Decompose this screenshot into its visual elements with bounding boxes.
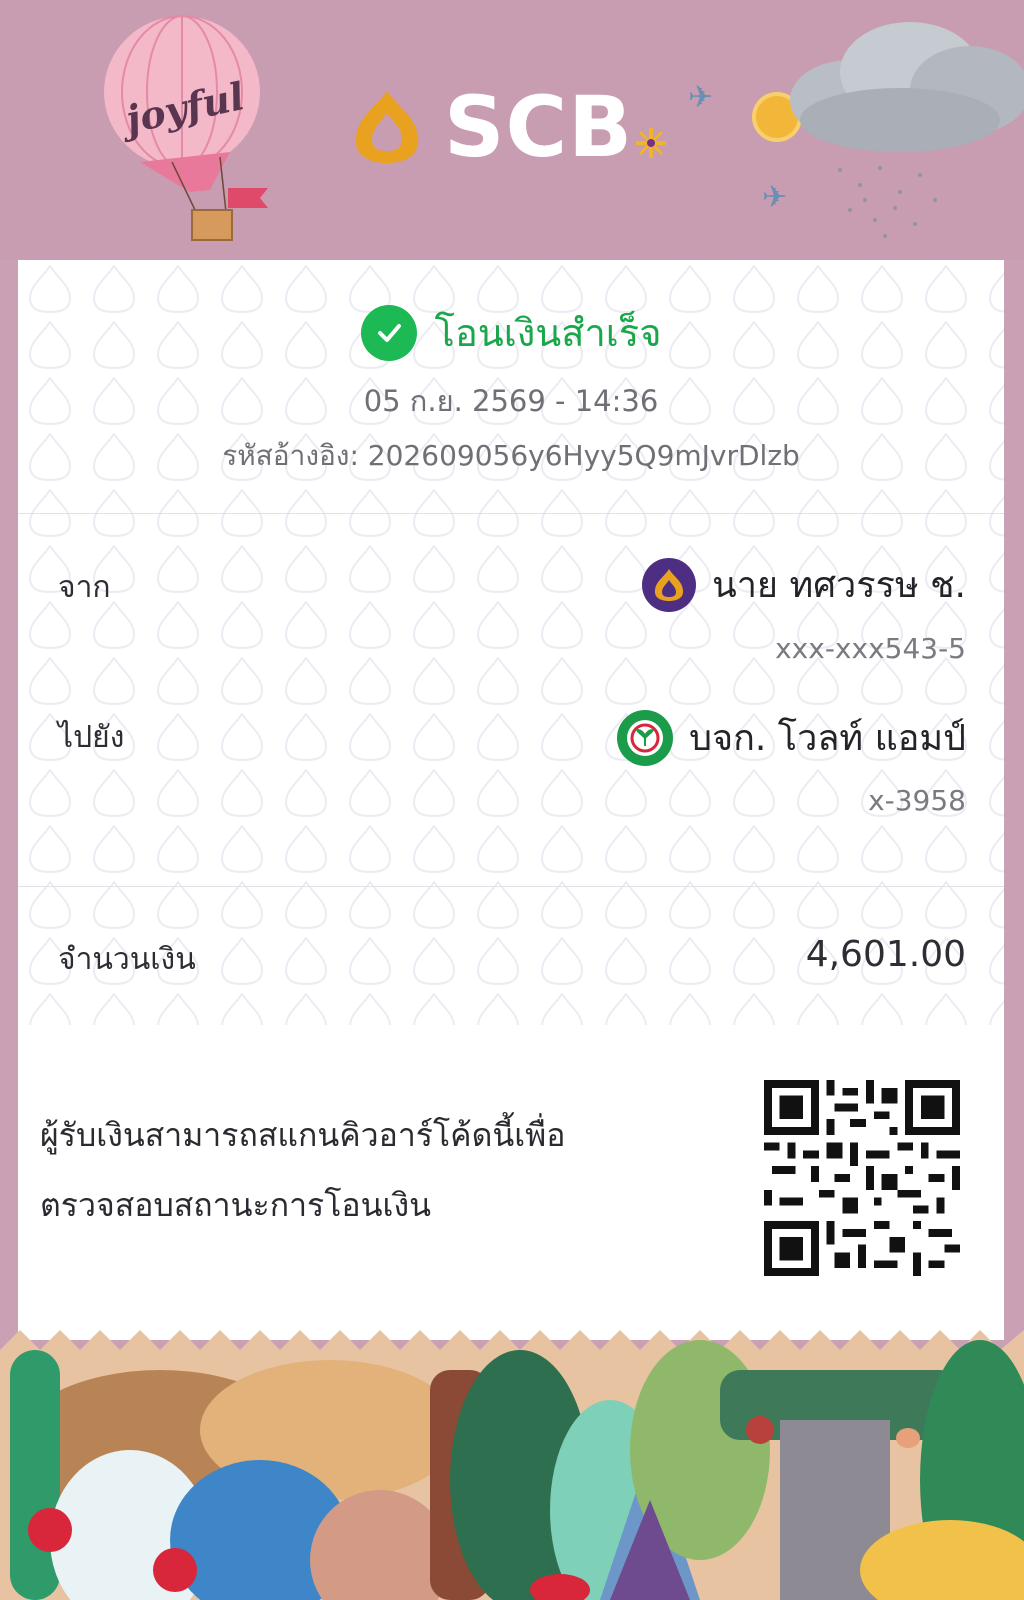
receiver-info: บจก. โวลท์ แอมป์: [617, 709, 966, 766]
reference-number: รหัสอ้างอิง: 202609056y6Hyy5Q9mJvrDlzb: [222, 439, 800, 472]
forest-illustration: [0, 1330, 1024, 1600]
verification-qr-code[interactable]: [764, 1080, 960, 1276]
status-title: โอนเงินสำเร็จ: [434, 311, 662, 355]
transfer-status: โอนเงินสำเร็จ: [18, 302, 1004, 363]
scb-emblem-icon: [355, 91, 419, 163]
sender-name: นาย ทศวรรษ ช.: [712, 565, 966, 606]
receiver-name: บจก. โวลท์ แอมป์: [689, 718, 966, 759]
sender-info: นาย ทศวรรษ ช.: [642, 556, 966, 613]
sparkle-icon: [636, 128, 666, 158]
transfer-datetime: 05 ก.ย. 2569 - 14:36: [363, 384, 659, 418]
scb-logo-text: SCB: [444, 78, 634, 176]
from-label: จาก: [58, 570, 111, 605]
divider: [18, 513, 1004, 514]
scb-logo: SCB: [348, 82, 633, 172]
qr-instruction-line: ผู้รับเงินสามารถสแกนคิวอาร์โค้ดนี้เพื่อ: [40, 1116, 566, 1154]
kbank-bank-icon: [617, 709, 674, 766]
receipt-header: joyful SCB ✈ ✈: [0, 0, 1024, 260]
hot-air-balloon-illustration: joyful: [104, 15, 268, 241]
qr-instruction-line: ตรวจสอบสถานะการโอนเงิน: [40, 1186, 431, 1224]
amount-label: จำนวนเงิน: [58, 942, 196, 977]
to-label: ไปยัง: [58, 720, 125, 755]
divider: [18, 886, 1004, 887]
amount-value: 4,601.00: [805, 934, 966, 975]
bird-illustration: ✈: [688, 80, 714, 115]
success-check-icon: [360, 304, 417, 361]
sender-account: xxx-xxx543-5: [775, 632, 966, 665]
rain-cloud-illustration: [790, 22, 1024, 238]
receiver-account: x-3958: [868, 784, 966, 817]
qr-instruction: ผู้รับเงินสามารถสแกนคิวอาร์โค้ดนี้เพื่อ …: [40, 1100, 660, 1240]
scb-bank-icon: [642, 557, 697, 612]
